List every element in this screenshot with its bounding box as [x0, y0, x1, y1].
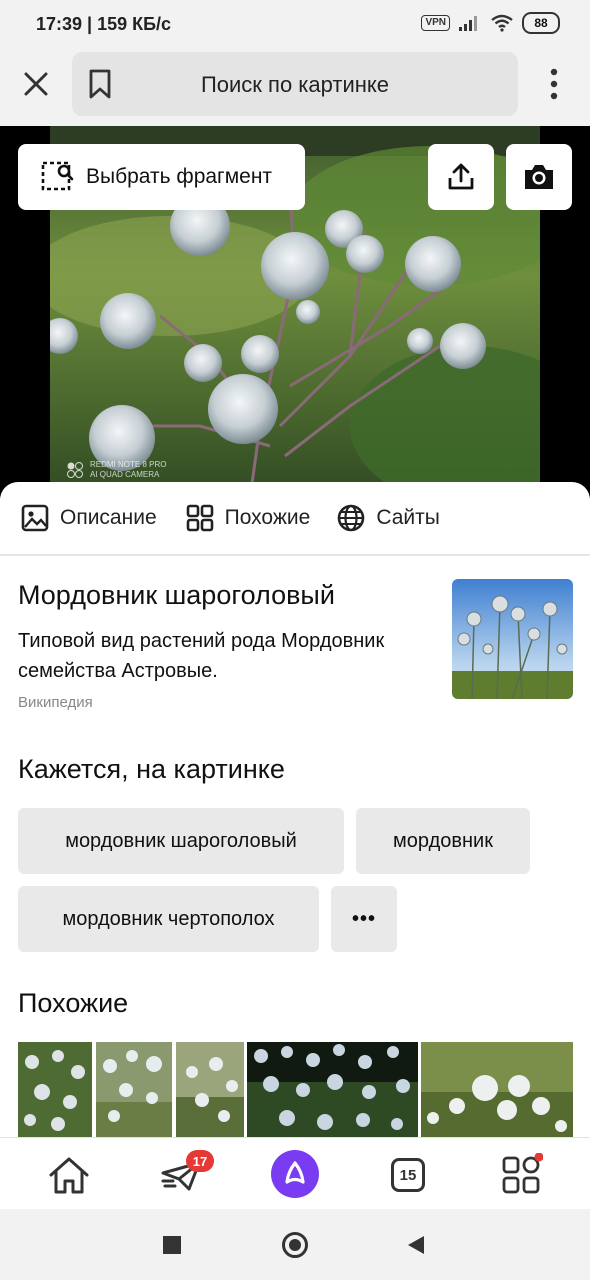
result-source[interactable]: Википедия — [18, 694, 93, 711]
status-bar: 17:39 | 159 КБ/с VPN 88 — [0, 0, 590, 42]
similar-image[interactable] — [18, 1042, 92, 1142]
tab-sites-label: Сайты — [376, 506, 440, 529]
similar-section-title: Похожие — [18, 988, 129, 1018]
home-dot-icon — [289, 1239, 301, 1251]
tab-sites[interactable]: Сайты — [336, 482, 440, 554]
status-time: 17:39 | 159 КБ/с — [36, 14, 172, 34]
back-button[interactable] — [406, 1235, 426, 1260]
query-image-area: REDMI NOTE 8 PRO AI QUAD CAMERA Выбрать … — [0, 126, 590, 498]
wifi-icon — [491, 14, 513, 32]
results-tabs: Описание Похожие Сайты — [0, 482, 590, 556]
chip-tag[interactable]: мордовник чертополох — [18, 886, 319, 952]
chip-tag[interactable]: мордовник — [356, 808, 530, 874]
messages-badge: 17 — [186, 1150, 214, 1172]
close-icon — [24, 72, 48, 96]
thumbnail-photo — [452, 579, 573, 699]
image-icon — [21, 504, 49, 532]
chip-tag[interactable]: мордовник шароголовый — [18, 808, 344, 874]
grid-icon — [186, 504, 213, 532]
similar-image[interactable] — [421, 1042, 573, 1142]
more-vert-icon — [550, 68, 558, 100]
alice-button[interactable] — [271, 1150, 319, 1198]
select-fragment-label: Выбрать фрагмент — [86, 165, 273, 188]
recents-button[interactable] — [163, 1236, 181, 1254]
result-title[interactable]: Мордовник шароголовый — [18, 580, 335, 611]
services-grid-icon — [502, 1153, 543, 1194]
globe-icon — [338, 504, 365, 532]
camera-watermark: REDMI NOTE 8 PRO AI QUAD CAMERA — [66, 460, 166, 480]
more-menu-button[interactable] — [540, 64, 568, 104]
status-icons: VPN 88 — [421, 12, 560, 34]
camera-dots-icon — [67, 462, 83, 478]
top-toolbar: Поиск по картинке — [0, 42, 590, 126]
tabs-button[interactable]: 15 — [385, 1152, 431, 1198]
signal-icon — [459, 16, 477, 31]
battery-indicator: 88 — [522, 12, 560, 34]
tab-description-label: Описание — [60, 506, 157, 529]
results-sheet: Описание Похожие Сайты Мордовник шарогол… — [0, 482, 590, 1142]
watermark-line1: REDMI NOTE 8 PRO — [90, 460, 167, 469]
watermark-line2: AI QUAD CAMERA — [90, 470, 160, 479]
tab-similar-label: Похожие — [224, 506, 311, 529]
camera-button[interactable] — [506, 144, 572, 210]
close-button[interactable] — [18, 66, 54, 102]
seems-section-title: Кажется, на картинке — [18, 754, 285, 784]
share-button[interactable] — [428, 144, 494, 210]
result-description: Типовой вид растений рода Мордовник семе… — [18, 630, 385, 682]
similar-image[interactable] — [247, 1042, 418, 1142]
crop-search-icon — [41, 161, 74, 191]
search-title-bar[interactable]: Поиск по картинке — [72, 52, 518, 116]
back-triangle-icon — [408, 1236, 424, 1254]
more-chips-button[interactable]: ••• — [331, 886, 397, 952]
alice-icon — [271, 1150, 319, 1198]
similar-image[interactable] — [96, 1042, 172, 1142]
page-title: Поиск по картинке — [200, 72, 390, 97]
tab-similar[interactable]: Похожие — [185, 482, 311, 554]
result-thumbnail[interactable] — [452, 579, 573, 699]
home-button[interactable] — [46, 1152, 92, 1198]
home-icon — [49, 1157, 89, 1194]
tabs-count-icon: 15 — [391, 1158, 425, 1192]
similar-image[interactable] — [176, 1042, 244, 1142]
home-system-button[interactable] — [282, 1232, 308, 1258]
camera-icon — [525, 165, 553, 189]
select-fragment-button[interactable]: Выбрать фрагмент — [18, 144, 305, 210]
share-icon — [448, 163, 474, 190]
vpn-icon: VPN — [421, 15, 450, 31]
tab-description[interactable]: Описание — [20, 482, 157, 554]
services-button[interactable] — [498, 1152, 544, 1198]
system-navigation-bar — [0, 1209, 590, 1280]
bottom-navigation: 17 15 — [0, 1137, 590, 1210]
